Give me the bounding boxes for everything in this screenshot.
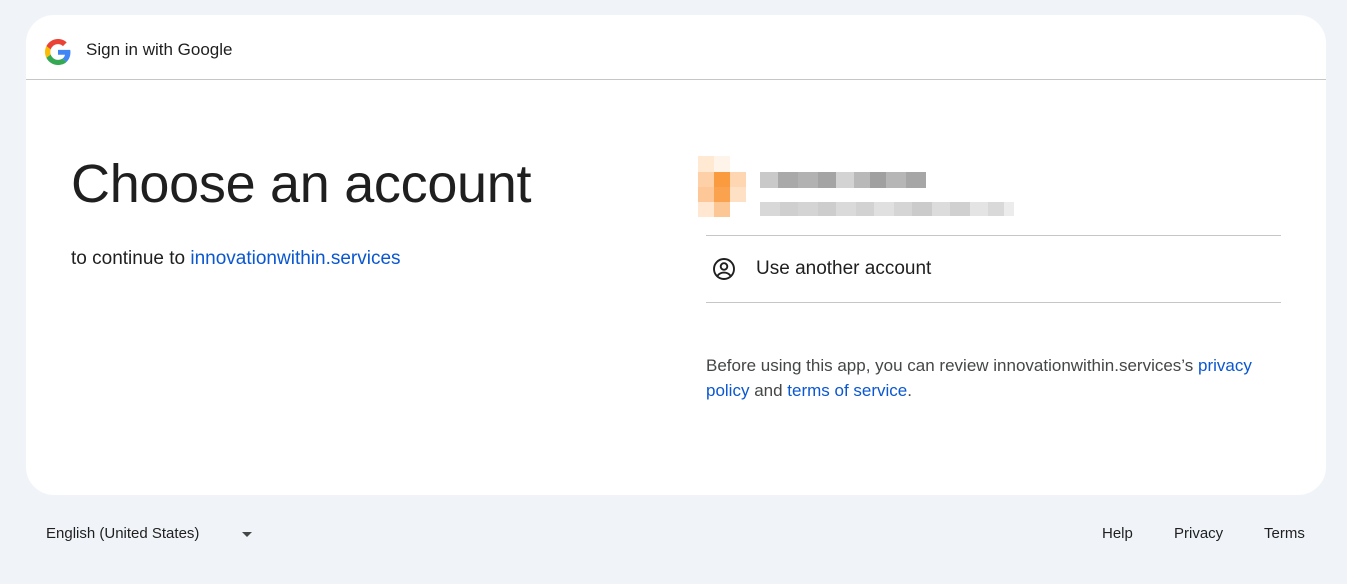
app-domain-link[interactable]: innovationwithin.services [190, 248, 400, 269]
avatar-icon [698, 156, 746, 218]
person-circle-icon [713, 258, 735, 280]
account-email-redacted [760, 202, 1014, 216]
google-g-icon [45, 39, 71, 65]
account-item[interactable] [698, 156, 1028, 226]
disclaimer-middle: and [749, 381, 788, 400]
page-title: Choose an account [71, 154, 532, 214]
footer-terms-link[interactable]: Terms [1264, 524, 1305, 544]
disclaimer-prefix: Before using this app, you can review in… [706, 356, 1199, 375]
dropdown-arrow-icon [242, 532, 252, 537]
use-another-account-label: Use another account [756, 258, 932, 279]
terms-of-service-link[interactable]: terms of service [787, 381, 907, 400]
language-select-value: English (United States) [46, 525, 200, 542]
footer-privacy-link[interactable]: Privacy [1174, 524, 1223, 544]
app-review-disclaimer: Before using this app, you can review in… [706, 353, 1266, 403]
footer-help-link[interactable]: Help [1102, 524, 1133, 544]
continue-prefix: to continue to [71, 248, 191, 269]
account-divider-bottom [706, 302, 1281, 303]
use-another-account-button[interactable]: Use another account [706, 236, 1281, 302]
card-header: Sign in with Google [26, 15, 1326, 80]
continue-to-text: to continue to innovationwithin.services [71, 246, 401, 272]
language-select[interactable]: English (United States) [46, 524, 266, 546]
header-title: Sign in with Google [86, 40, 233, 59]
page-footer: English (United States) Help Privacy Ter… [0, 515, 1347, 555]
account-name-redacted [760, 172, 926, 188]
disclaimer-suffix: . [907, 381, 912, 400]
